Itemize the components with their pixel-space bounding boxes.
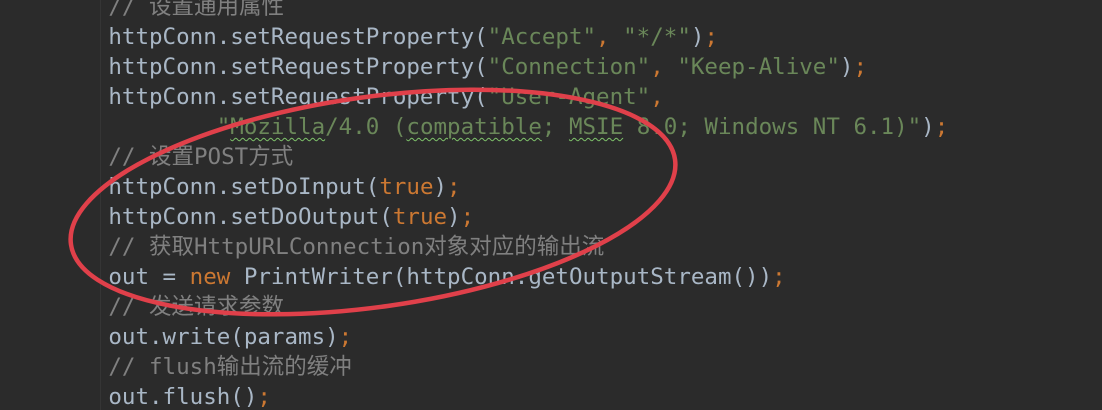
code-token: httpConn.setRequestProperty( bbox=[108, 84, 488, 110]
code-token: // 获取HttpURLConnection对象对应的输出流 bbox=[108, 234, 605, 260]
code-line[interactable]: out = new PrintWriter(httpConn.getOutput… bbox=[0, 262, 948, 292]
code-token: Mozilla bbox=[230, 114, 326, 140]
code-token: ) bbox=[921, 114, 935, 140]
code-token: " bbox=[216, 114, 231, 140]
code-token: ; bbox=[772, 264, 786, 290]
code-token: httpConn.setRequestProperty( bbox=[108, 24, 488, 50]
code-token: /4.0 ( bbox=[325, 114, 407, 140]
code-token: ; bbox=[934, 114, 949, 140]
code-token: ) bbox=[433, 174, 448, 200]
code-token: // 设置通用属性 bbox=[108, 0, 285, 20]
code-line[interactable]: httpConn.setDoOutput(true); bbox=[0, 202, 948, 232]
code-token: ; bbox=[853, 54, 867, 80]
code-token: "Keep-Alive" bbox=[677, 54, 840, 80]
code-line[interactable]: out.write(params); bbox=[0, 322, 948, 352]
code-token: // 设置POST方式 bbox=[108, 144, 294, 170]
code-token: // flush输出流的缓冲 bbox=[108, 354, 352, 380]
code-token: ; bbox=[460, 204, 475, 230]
code-token: ; bbox=[447, 174, 461, 200]
code-token: ; bbox=[338, 324, 353, 350]
code-token: ; bbox=[704, 24, 718, 50]
code-token: ; bbox=[541, 114, 569, 140]
code-line[interactable]: "Mozilla/4.0 (compatible; MSIE 8.0; Wind… bbox=[0, 112, 949, 142]
code-line[interactable]: // 设置通用属性 bbox=[0, 0, 948, 22]
code-token: out.flush() bbox=[108, 384, 258, 410]
code-line[interactable]: // 获取HttpURLConnection对象对应的输出流 bbox=[0, 232, 948, 262]
code-token: out = bbox=[108, 264, 190, 290]
code-line[interactable]: // 发送请求参数 bbox=[0, 292, 948, 322]
code-token: MSIE bbox=[568, 114, 624, 140]
code-token: out.write(params) bbox=[108, 324, 339, 350]
code-token: true bbox=[379, 174, 434, 200]
code-token: 8.0; Windows NT 6.1)" bbox=[623, 114, 922, 140]
code-token: true bbox=[392, 204, 448, 230]
code-area[interactable]: // 设置通用属性 httpConn.setRequestProperty("A… bbox=[0, 0, 948, 410]
code-token: ) bbox=[690, 24, 705, 50]
code-line[interactable]: // 设置POST方式 bbox=[0, 142, 948, 172]
code-token: "*/*" bbox=[623, 24, 691, 50]
code-line[interactable]: httpConn.setRequestProperty("User-Agent"… bbox=[0, 82, 948, 112]
code-token: , bbox=[650, 84, 664, 110]
code-token: "Accept" bbox=[487, 24, 597, 50]
code-token: "User-Agent" bbox=[487, 84, 651, 110]
code-token: compatible bbox=[406, 114, 542, 140]
code-token: new bbox=[189, 264, 244, 290]
code-token: PrintWriter(httpConn.getOutputStream()) bbox=[243, 264, 773, 290]
code-editor[interactable]: // 设置通用属性 httpConn.setRequestProperty("A… bbox=[0, 0, 1102, 410]
code-token: ; bbox=[257, 384, 271, 410]
code-line[interactable]: // flush输出流的缓冲 bbox=[0, 352, 948, 382]
code-token: // 发送请求参数 bbox=[108, 294, 285, 320]
code-token: , bbox=[650, 54, 678, 80]
code-token: , bbox=[596, 24, 624, 50]
code-token: httpConn.setDoInput( bbox=[108, 174, 380, 200]
code-line[interactable]: httpConn.setRequestProperty("Accept", "*… bbox=[0, 22, 948, 52]
code-token: httpConn.setRequestProperty( bbox=[108, 54, 488, 80]
code-token: "Connection" bbox=[487, 54, 651, 80]
code-token: ) bbox=[447, 204, 461, 230]
code-token: ) bbox=[839, 54, 854, 80]
code-line[interactable]: httpConn.setDoInput(true); bbox=[0, 172, 948, 202]
code-line[interactable]: out.flush(); bbox=[0, 382, 948, 410]
code-line[interactable]: httpConn.setRequestProperty("Connection"… bbox=[0, 52, 948, 82]
code-token: httpConn.setDoOutput( bbox=[108, 204, 393, 230]
